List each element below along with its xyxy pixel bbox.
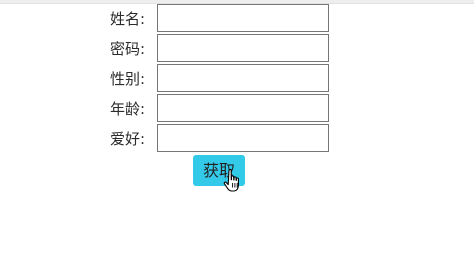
age-input[interactable] [157,94,329,122]
hobby-input[interactable] [157,124,329,152]
form-row-password: 密码: [0,34,474,64]
name-input[interactable] [157,4,329,32]
age-label: 年龄: [109,100,145,118]
form-row-name: 姓名: [0,4,474,34]
form-row-age: 年龄: [0,94,474,124]
hobby-label: 爱好: [109,130,145,148]
password-input[interactable] [157,34,329,62]
gender-input[interactable] [157,64,329,92]
name-label: 姓名: [109,10,145,28]
user-info-form: 姓名: 密码: 性别: 年龄: 爱好: [0,4,474,154]
form-row-gender: 性别: [0,64,474,94]
hand-pointer-icon [223,169,239,192]
form-row-hobby: 爱好: [0,124,474,154]
gender-label: 性别: [109,70,145,88]
password-label: 密码: [109,40,145,58]
